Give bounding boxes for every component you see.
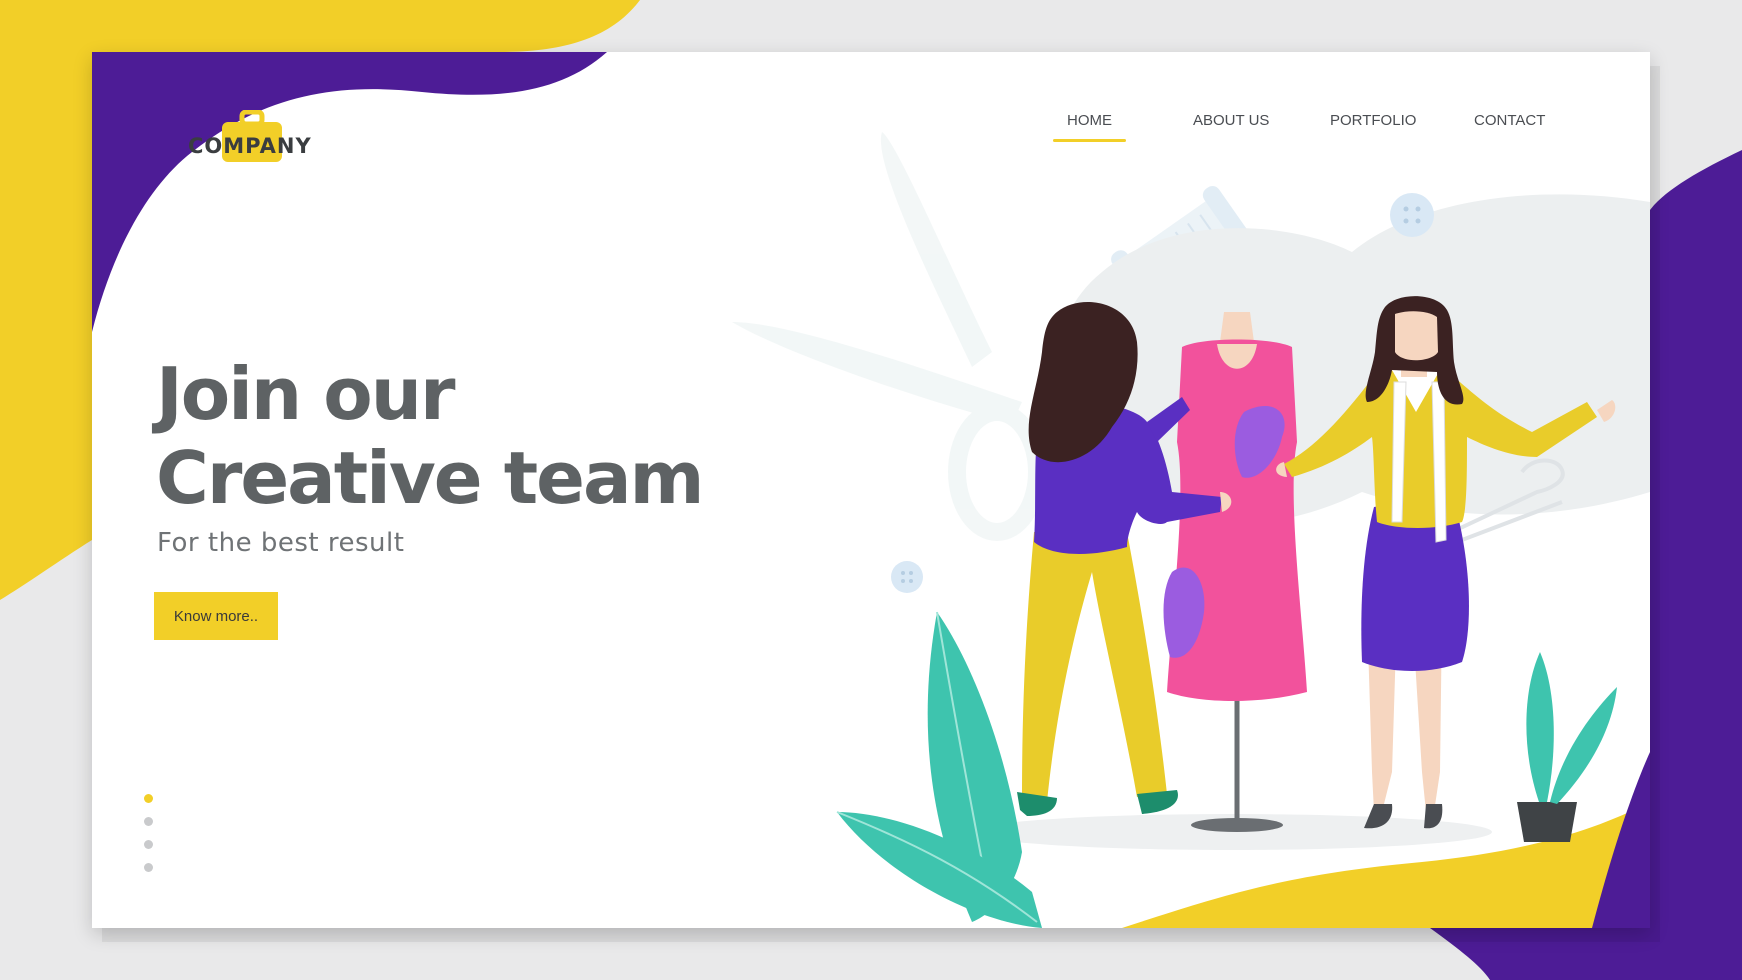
hero-headline: Join our Creative team [156,352,705,520]
logo-text: COMPANY [188,134,312,158]
nav-home[interactable]: HOME [1053,112,1126,142]
carousel-dot-4[interactable] [144,863,153,872]
purple-wave-top-left [92,52,607,332]
nav-about-us[interactable]: ABOUT US [1193,112,1269,129]
mannequin [1163,312,1307,832]
button-icon-top [1390,193,1434,237]
scissors-icon [732,132,1046,541]
button-icon-left [891,561,923,593]
nav-contact[interactable]: CONTACT [1474,112,1545,129]
headline-line-1: Join our [156,352,455,436]
hero-subheadline: For the best result [157,528,405,558]
carousel-dot-2[interactable] [144,817,153,826]
main-nav: HOME ABOUT US PORTFOLIO CONTACT [92,112,1650,152]
landing-card: COMPANY HOME ABOUT US PORTFOLIO CONTACT … [92,52,1650,928]
carousel-dot-1[interactable] [144,794,153,803]
leaf-plant-left [836,611,1042,928]
know-more-button[interactable]: Know more.. [154,592,278,640]
headline-line-2: Creative team [156,436,705,520]
carousel-indicators [144,794,156,874]
potted-plant [1517,652,1617,842]
nav-portfolio[interactable]: PORTFOLIO [1330,112,1416,129]
carousel-dot-3[interactable] [144,840,153,849]
